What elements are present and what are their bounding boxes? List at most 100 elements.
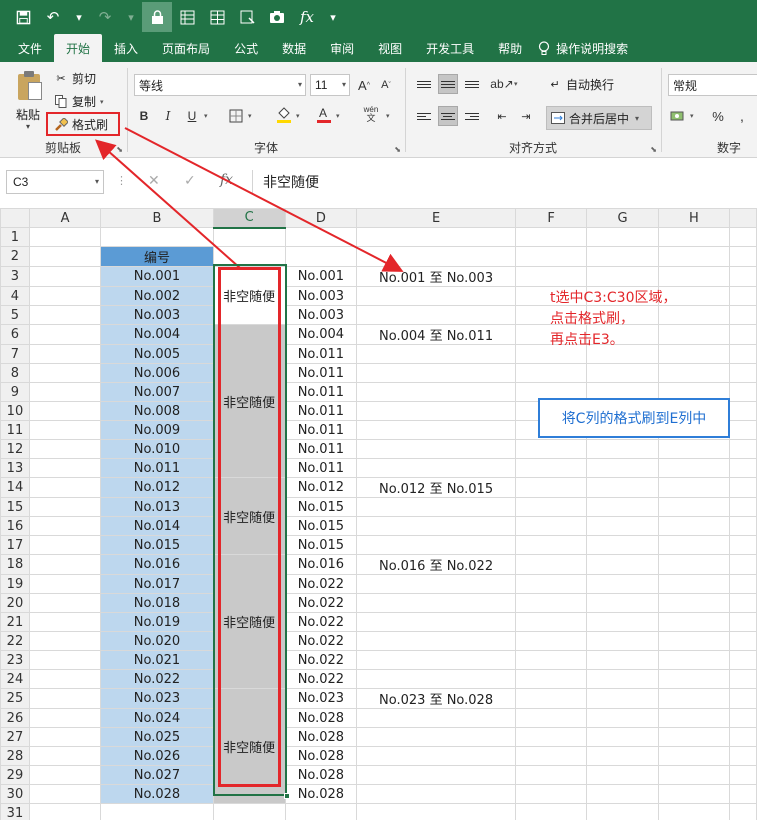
merged-cell-C6[interactable]: 非空随便: [212, 324, 286, 478]
cell-D2[interactable]: [284, 246, 358, 267]
cell-overflow-9[interactable]: [729, 382, 757, 402]
cell-H18[interactable]: [657, 554, 731, 575]
cell-H31[interactable]: [657, 803, 731, 820]
cell-G4[interactable]: [586, 286, 659, 306]
cell-F21[interactable]: [514, 612, 588, 632]
camera-icon[interactable]: [262, 2, 292, 32]
cell-B26[interactable]: No.024: [100, 708, 214, 728]
cell-overflow-12[interactable]: [729, 439, 757, 459]
cell-F30[interactable]: [514, 784, 588, 804]
cell-D7[interactable]: No.011: [284, 344, 358, 364]
align-center-icon[interactable]: [438, 106, 458, 126]
cell-H28[interactable]: [657, 746, 731, 766]
tab-developer[interactable]: 开发工具: [414, 34, 486, 62]
cell-G7[interactable]: [586, 344, 659, 364]
cell-overflow-13[interactable]: [729, 458, 757, 478]
cell-E27[interactable]: [356, 727, 516, 747]
fx-icon[interactable]: fx: [292, 2, 322, 32]
cell-A1[interactable]: [28, 227, 102, 247]
cell-A5[interactable]: [28, 305, 102, 325]
row-header[interactable]: 12: [0, 439, 30, 459]
row-header[interactable]: 29: [0, 765, 30, 785]
column-header-E[interactable]: E: [356, 208, 516, 228]
cell-overflow-28[interactable]: [729, 746, 757, 766]
decrease-font-icon[interactable]: Aˇ: [376, 75, 396, 95]
align-right-icon[interactable]: [462, 106, 482, 126]
cell-B29[interactable]: No.027: [100, 765, 214, 785]
cell-overflow-31[interactable]: [729, 803, 757, 820]
cell-B31[interactable]: [100, 803, 214, 820]
merge-center-button[interactable]: 合并后居中 ▾: [546, 106, 652, 130]
cell-overflow-2[interactable]: [729, 246, 757, 267]
cell-A8[interactable]: [28, 363, 102, 383]
cell-H11[interactable]: [657, 420, 731, 440]
cell-E18[interactable]: No.016 至 No.022: [356, 554, 516, 575]
cell-overflow-3[interactable]: [729, 266, 757, 287]
cell-E20[interactable]: [356, 593, 516, 613]
cell-E24[interactable]: [356, 669, 516, 689]
cell-D18[interactable]: No.016: [284, 554, 358, 575]
cell-overflow-7[interactable]: [729, 344, 757, 364]
row-header[interactable]: 8: [0, 363, 30, 383]
cell-F9[interactable]: [514, 382, 588, 402]
cell-G31[interactable]: [586, 803, 659, 820]
redo-icon[interactable]: ↷: [90, 2, 120, 32]
font-color-dropdown-icon[interactable]: ▾: [336, 112, 340, 120]
row-header[interactable]: 28: [0, 746, 30, 766]
cell-D1[interactable]: [284, 227, 358, 247]
cell-G30[interactable]: [586, 784, 659, 804]
cell-B8[interactable]: No.006: [100, 363, 214, 383]
cell-H14[interactable]: [657, 477, 731, 498]
font-name-select[interactable]: 等线 ▾: [134, 74, 306, 96]
cell-A24[interactable]: [28, 669, 102, 689]
tab-insert[interactable]: 插入: [102, 34, 150, 62]
cell-F13[interactable]: [514, 458, 588, 478]
cell-D4[interactable]: No.003: [284, 286, 358, 306]
cell-G21[interactable]: [586, 612, 659, 632]
redo-dropdown-icon[interactable]: ▾: [120, 2, 142, 32]
cell-F25[interactable]: [514, 688, 588, 709]
row-header[interactable]: 5: [0, 305, 30, 325]
cell-D13[interactable]: No.011: [284, 458, 358, 478]
cell-A23[interactable]: [28, 650, 102, 670]
cell-G6[interactable]: [586, 324, 659, 345]
cell-D27[interactable]: No.028: [284, 727, 358, 747]
cell-A17[interactable]: [28, 535, 102, 555]
cell-H6[interactable]: [657, 324, 731, 345]
cell-D11[interactable]: No.011: [284, 420, 358, 440]
cell-G27[interactable]: [586, 727, 659, 747]
merged-cell-C18[interactable]: 非空随便: [212, 554, 286, 689]
cell-F19[interactable]: [514, 574, 588, 594]
cell-A19[interactable]: [28, 574, 102, 594]
column-header-overflow[interactable]: [729, 208, 757, 228]
italic-button[interactable]: I: [158, 106, 178, 126]
fill-color-icon[interactable]: [274, 104, 294, 124]
cell-A31[interactable]: [28, 803, 102, 820]
cell-E26[interactable]: [356, 708, 516, 728]
cell-H8[interactable]: [657, 363, 731, 383]
cell-G20[interactable]: [586, 593, 659, 613]
cell-A16[interactable]: [28, 516, 102, 536]
decrease-indent-icon[interactable]: ⇤: [492, 106, 512, 126]
row-header[interactable]: 1: [0, 227, 30, 247]
cell-B25[interactable]: No.023: [100, 688, 214, 709]
paste-icon[interactable]: [16, 70, 44, 102]
cell-D19[interactable]: No.022: [284, 574, 358, 594]
cell-H2[interactable]: [657, 246, 731, 267]
cell-D14[interactable]: No.012: [284, 477, 358, 498]
cell-E16[interactable]: [356, 516, 516, 536]
customize-icon[interactable]: ▾: [322, 2, 344, 32]
merged-cell-C14[interactable]: 非空随便: [212, 477, 286, 555]
cell-overflow-6[interactable]: [729, 324, 757, 345]
cell-overflow-17[interactable]: [729, 535, 757, 555]
cell-A28[interactable]: [28, 746, 102, 766]
cell-D26[interactable]: No.028: [284, 708, 358, 728]
cell-F18[interactable]: [514, 554, 588, 575]
cell-F11[interactable]: [514, 420, 588, 440]
cell-H24[interactable]: [657, 669, 731, 689]
cell-A3[interactable]: [28, 266, 102, 287]
cell-G24[interactable]: [586, 669, 659, 689]
name-box[interactable]: C3 ▾: [6, 170, 104, 194]
cell-B17[interactable]: No.015: [100, 535, 214, 555]
cell-B30[interactable]: No.028: [100, 784, 214, 804]
